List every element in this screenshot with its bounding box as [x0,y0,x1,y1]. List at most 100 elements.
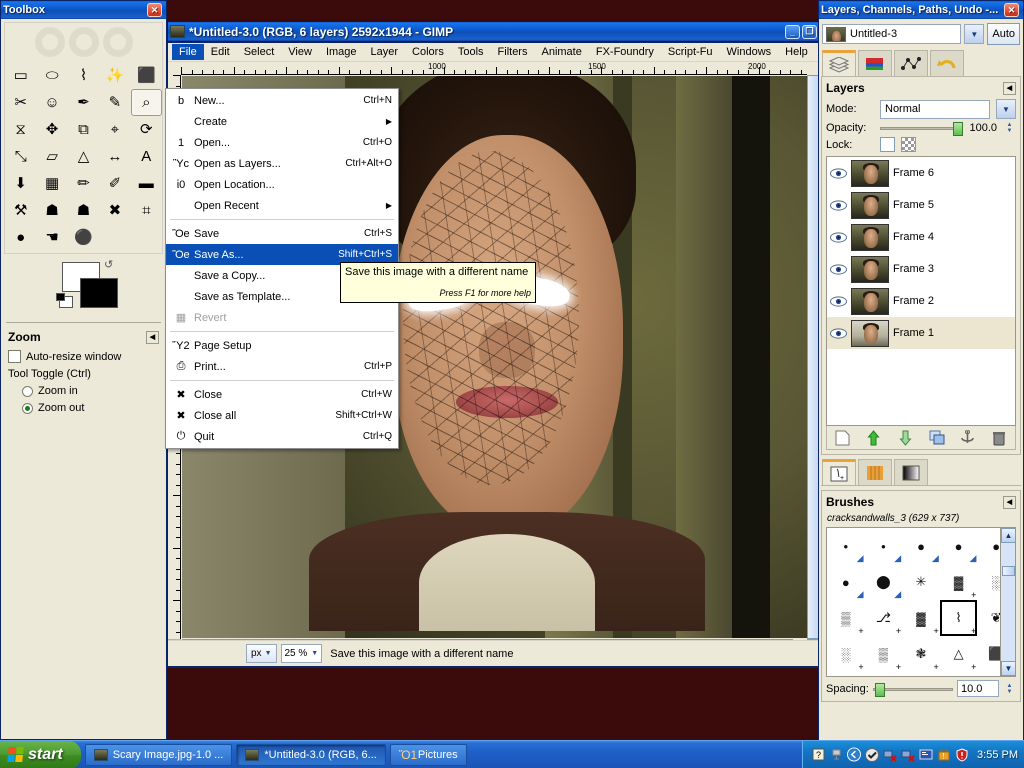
image-name-combo[interactable]: Untitled-3 [822,24,961,44]
collapse-icon[interactable]: ◀ [1003,496,1016,509]
tab-gradients[interactable] [894,459,928,485]
brush-cell[interactable]: ▒ + [865,636,903,672]
taskbar-clock[interactable]: 3:55 PM [977,749,1018,761]
opacity-slider[interactable] [880,122,963,134]
brush-cell[interactable]: ░+ [827,636,865,672]
menu-select[interactable]: Select [237,44,282,60]
rect-select-tool[interactable]: ▭ [5,62,36,89]
layer-row[interactable]: Frame 6 [827,157,1015,189]
zoom-out-radio-row[interactable]: Zoom out [22,402,159,414]
menu-item-save[interactable]: Ὃe Save Ctrl+S [166,223,398,244]
eye-icon[interactable] [829,166,847,180]
menu-item-close[interactable]: ✖ Close Ctrl+W [166,384,398,405]
smudge-tool[interactable]: ☚ [36,224,67,251]
lower-layer-button[interactable] [894,428,916,448]
menu-script-fu[interactable]: Script-Fu [661,44,720,60]
fuzzy-select-tool[interactable]: ✨ [99,62,130,89]
spacing-slider[interactable] [873,683,953,695]
menu-item-new[interactable]: ὜b New... Ctrl+N [166,90,398,111]
anchor-layer-button[interactable] [957,428,979,448]
blur-sharpen-tool[interactable]: ● [5,224,36,251]
layer-row[interactable]: Frame 2 [827,285,1015,317]
menu-fx-foundry[interactable]: FX-Foundry [589,44,661,60]
help-tray-icon[interactable]: ? [811,748,825,762]
ellipse-select-tool[interactable]: ⬭ [36,62,67,89]
volume-tray-icon[interactable] [829,748,843,762]
auto-resize-checkbox[interactable] [8,350,21,363]
clone-tool[interactable]: ☗ [68,197,99,224]
move-tool[interactable]: ✥ [36,116,67,143]
zoom-selector[interactable]: 25 % ▼ [281,644,323,663]
security-center-tray-icon[interactable] [955,748,969,762]
network2-disconnected-tray-icon[interactable] [901,748,915,762]
collapse-icon[interactable]: ◀ [146,331,159,344]
brush-cell[interactable]: ▒ + [827,600,865,636]
menu-file[interactable]: File [172,44,204,60]
maximize-button[interactable]: ❐ [802,25,817,39]
menu-image[interactable]: Image [319,44,364,60]
free-select-tool[interactable]: ⌇ [68,62,99,89]
close-icon[interactable]: ✕ [1004,3,1019,17]
tab-channels[interactable] [858,50,892,76]
menu-item-page-setup[interactable]: Ὕ2 Page Setup [166,335,398,356]
taskbar-item-pictures[interactable]: Ὄ1 Pictures [390,744,467,766]
text-tool[interactable]: A [131,143,162,170]
blend-tool[interactable]: ▦ [36,170,67,197]
delete-layer-button[interactable] [988,428,1010,448]
duplicate-layer-button[interactable] [926,428,948,448]
eye-icon[interactable] [829,294,847,308]
default-colors-icon-black[interactable] [56,293,65,301]
brush-cell[interactable]: ✳ [902,564,940,600]
flip-tool[interactable]: ↔ [99,143,130,170]
minimize-button[interactable]: _ [785,25,800,39]
network-disconnected-tray-icon[interactable] [883,748,897,762]
menu-item-open-location[interactable]: ἱ0 Open Location... [166,174,398,195]
brush-cell[interactable]: ✕ [902,672,940,677]
scroll-down-button[interactable]: ▼ [1001,661,1016,676]
menu-animate[interactable]: Animate [534,44,588,60]
pencil-tool[interactable]: ✏ [68,170,99,197]
brush-cell[interactable]: ✖ [865,672,903,677]
tab-patterns[interactable] [858,459,892,485]
collapse-icon[interactable]: ◀ [1003,82,1016,95]
perspective-clone-tool[interactable]: ⌗ [131,197,162,224]
dodge-burn-tool[interactable]: ⚫ [68,224,99,251]
scissors-select-tool[interactable]: ✂ [5,89,36,116]
scale-tool[interactable]: ⤡ [5,143,36,170]
dock-title-bar[interactable]: Layers, Channels, Paths, Undo -... ✕ [819,1,1023,19]
eraser-tool[interactable]: ▬ [131,170,162,197]
eye-icon[interactable] [829,230,847,244]
brush-cell[interactable]: ⌇ + [940,600,978,636]
measure-tool[interactable]: ⧖ [5,116,36,143]
menu-windows[interactable]: Windows [720,44,779,60]
brush-cell[interactable]: • ◢ [865,528,903,564]
lock-pixels-icon[interactable] [901,137,916,152]
antivirus-tray-icon[interactable] [865,748,879,762]
layer-row[interactable]: Frame 4 [827,221,1015,253]
scroll-up-button[interactable]: ▲ [1001,528,1016,543]
brush-scrollbar[interactable]: ▲ ▼ [1000,528,1015,676]
alignment-tool[interactable]: ⧉ [68,116,99,143]
gimp-title-bar[interactable]: *Untitled-3.0 (RGB, 6 layers) 2592x1944 … [168,22,821,41]
airbrush-tool[interactable]: ⚒ [5,197,36,224]
toolbox-title-bar[interactable]: Toolbox ✕ [1,1,166,19]
auto-follow-button[interactable]: Auto [987,23,1020,45]
auto-resize-window-option[interactable]: Auto-resize window [8,350,159,363]
tab-undo-history[interactable] [930,50,964,76]
unit-selector[interactable]: px ▼ [246,644,277,663]
chevron-down-icon[interactable]: ▼ [964,24,984,44]
brush-cell[interactable]: ▓ + [940,564,978,600]
brush-cell[interactable]: ●◢ [827,564,865,600]
brush-cell[interactable]: ⎇ + [865,600,903,636]
menu-item-open-as-layers[interactable]: Ὓc Open as Layers... Ctrl+Alt+O [166,153,398,174]
tab-paths[interactable] [894,50,928,76]
layer-list[interactable]: Frame 6 Frame 5 Frame 4 Frame 3 Frame 2 Frame… [826,156,1016,426]
ink-tool[interactable]: ☗ [36,197,67,224]
menu-item-open[interactable]: ὜1 Open... Ctrl+O [166,132,398,153]
crop-tool[interactable]: ⌖ [99,116,130,143]
brush-cell[interactable]: ●◢ [940,528,978,564]
layer-row[interactable]: Frame 5 [827,189,1015,221]
chevron-down-icon[interactable]: ▼ [996,99,1016,119]
brush-scroll-thumb[interactable] [1002,566,1015,576]
brush-cell[interactable]: ✕ [827,672,865,677]
